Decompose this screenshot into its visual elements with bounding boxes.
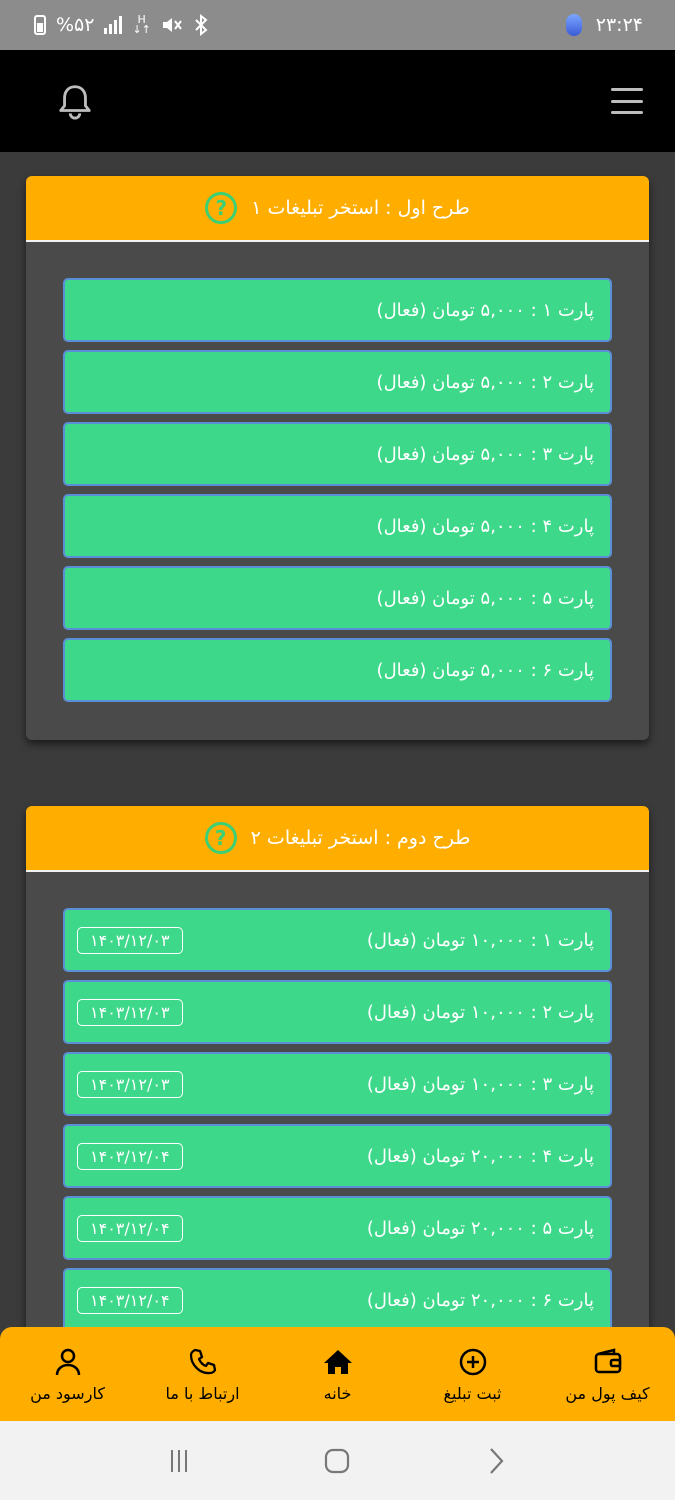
status-left: %۵۲ H ↓↑ — [34, 14, 209, 36]
part-label: پارت ۱ : ۵,۰۰۰ تومان (فعال) — [376, 299, 594, 321]
plus-circle-icon — [459, 1348, 486, 1375]
part-button-5[interactable]: پارت ۵ : ۲۰,۰۰۰ تومان (فعال) ۱۴۰۳/۱۲/۰۴ — [63, 1196, 612, 1260]
plan-card-2: طرح دوم : استخر تبلیغات ۲ ? پارت ۱ : ۱۰,… — [26, 806, 649, 1370]
part-label: پارت ۵ : ۵,۰۰۰ تومان (فعال) — [376, 587, 594, 609]
network-type-icon: H ↓↑ — [132, 13, 151, 36]
plan-card-1: طرح اول : استخر تبلیغات ۱ ? پارت ۱ : ۵,۰… — [26, 176, 649, 740]
system-nav-bar — [0, 1421, 675, 1500]
part-label: پارت ۳ : ۱۰,۰۰۰ تومان (فعال) — [366, 1073, 594, 1095]
part-button-3[interactable]: پارت ۳ : ۱۰,۰۰۰ تومان (فعال) ۱۴۰۳/۱۲/۰۳ — [63, 1052, 612, 1116]
part-button-3[interactable]: پارت ۳ : ۵,۰۰۰ تومان (فعال) — [63, 422, 612, 486]
part-label: پارت ۲ : ۱۰,۰۰۰ تومان (فعال) — [366, 1001, 594, 1023]
date-badge: ۱۴۰۳/۱۲/۰۳ — [77, 1070, 183, 1098]
wallet-icon — [594, 1347, 621, 1373]
signal-icon — [104, 16, 123, 34]
mute-icon — [162, 18, 182, 32]
plan-parts-list: پارت ۱ : ۵,۰۰۰ تومان (فعال) پارت ۲ : ۵,۰… — [26, 242, 649, 740]
back-icon[interactable] — [481, 1446, 511, 1476]
home-button-icon[interactable] — [322, 1446, 352, 1476]
status-right: ۲۳:۲۴ — [565, 14, 643, 36]
date-badge: ۱۴۰۳/۱۲/۰۳ — [77, 998, 183, 1026]
part-label: پارت ۶ : ۵,۰۰۰ تومان (فعال) — [376, 659, 594, 681]
part-button-1[interactable]: پارت ۱ : ۵,۰۰۰ تومان (فعال) — [63, 278, 612, 342]
recent-apps-icon[interactable] — [164, 1446, 194, 1476]
part-button-6[interactable]: پارت ۶ : ۲۰,۰۰۰ تومان (فعال) ۱۴۰۳/۱۲/۰۴ — [63, 1268, 612, 1332]
nav-profile[interactable]: کارسود من — [3, 1346, 133, 1403]
part-label: پارت ۴ : ۵,۰۰۰ تومان (فعال) — [376, 515, 594, 537]
part-label: پارت ۴ : ۲۰,۰۰۰ تومان (فعال) — [366, 1145, 594, 1167]
nav-register-ad[interactable]: ثبت تبلیغ — [408, 1346, 538, 1403]
nav-label: ثبت تبلیغ — [443, 1383, 502, 1403]
part-label: پارت ۶ : ۲۰,۰۰۰ تومان (فعال) — [366, 1289, 594, 1311]
date-badge: ۱۴۰۳/۱۲/۰۴ — [77, 1142, 183, 1170]
plan-card-header: طرح دوم : استخر تبلیغات ۲ ? — [26, 806, 649, 872]
user-icon — [55, 1348, 80, 1375]
nav-wallet[interactable]: کیف پول من — [543, 1346, 673, 1403]
nav-label: ارتباط با ما — [165, 1383, 240, 1403]
plan-parts-list: پارت ۱ : ۱۰,۰۰۰ تومان (فعال) ۱۴۰۳/۱۲/۰۳ … — [26, 872, 649, 1370]
plan-title: طرح دوم : استخر تبلیغات ۲ — [250, 827, 471, 849]
nav-label: کارسود من — [30, 1383, 105, 1403]
home-icon — [323, 1349, 352, 1374]
bell-icon[interactable] — [56, 82, 94, 120]
nav-home[interactable]: خانه — [273, 1346, 403, 1403]
bluetooth-icon — [195, 14, 208, 36]
help-icon[interactable]: ? — [205, 192, 238, 224]
date-badge: ۱۴۰۳/۱۲/۰۳ — [77, 926, 183, 954]
part-button-1[interactable]: پارت ۱ : ۱۰,۰۰۰ تومان (فعال) ۱۴۰۳/۱۲/۰۳ — [63, 908, 612, 972]
plan-card-header: طرح اول : استخر تبلیغات ۱ ? — [26, 176, 649, 242]
battery-icon — [34, 15, 46, 35]
part-label: پارت ۵ : ۲۰,۰۰۰ تومان (فعال) — [366, 1217, 594, 1239]
part-button-2[interactable]: پارت ۲ : ۵,۰۰۰ تومان (فعال) — [63, 350, 612, 414]
battery-level: %۵۲ — [56, 14, 95, 36]
part-button-2[interactable]: پارت ۲ : ۱۰,۰۰۰ تومان (فعال) ۱۴۰۳/۱۲/۰۳ — [63, 980, 612, 1044]
part-button-4[interactable]: پارت ۴ : ۵,۰۰۰ تومان (فعال) — [63, 494, 612, 558]
app-notification-icon — [565, 14, 582, 36]
help-icon[interactable]: ? — [204, 822, 237, 854]
nav-label: کیف پول من — [565, 1383, 650, 1403]
plan-title: طرح اول : استخر تبلیغات ۱ — [251, 197, 470, 219]
date-badge: ۱۴۰۳/۱۲/۰۴ — [77, 1214, 183, 1242]
status-bar: %۵۲ H ↓↑ ۲۳:۲۴ — [0, 0, 675, 50]
part-label: پارت ۲ : ۵,۰۰۰ تومان (فعال) — [376, 371, 594, 393]
part-button-5[interactable]: پارت ۵ : ۵,۰۰۰ تومان (فعال) — [63, 566, 612, 630]
bottom-nav: کیف پول من ثبت تبلیغ خانه ارتباط با ما ک… — [0, 1327, 675, 1421]
part-button-6[interactable]: پارت ۶ : ۵,۰۰۰ تومان (فعال) — [63, 638, 612, 702]
nav-label: خانه — [323, 1383, 352, 1403]
menu-icon[interactable] — [611, 88, 643, 114]
nav-contact[interactable]: ارتباط با ما — [138, 1346, 268, 1403]
part-label: پارت ۳ : ۵,۰۰۰ تومان (فعال) — [376, 443, 594, 465]
phone-icon — [189, 1348, 216, 1374]
app-header — [0, 50, 675, 152]
date-badge: ۱۴۰۳/۱۲/۰۴ — [77, 1286, 183, 1314]
part-label: پارت ۱ : ۱۰,۰۰۰ تومان (فعال) — [366, 929, 594, 951]
part-button-4[interactable]: پارت ۴ : ۲۰,۰۰۰ تومان (فعال) ۱۴۰۳/۱۲/۰۴ — [63, 1124, 612, 1188]
clock: ۲۳:۲۴ — [595, 14, 643, 36]
